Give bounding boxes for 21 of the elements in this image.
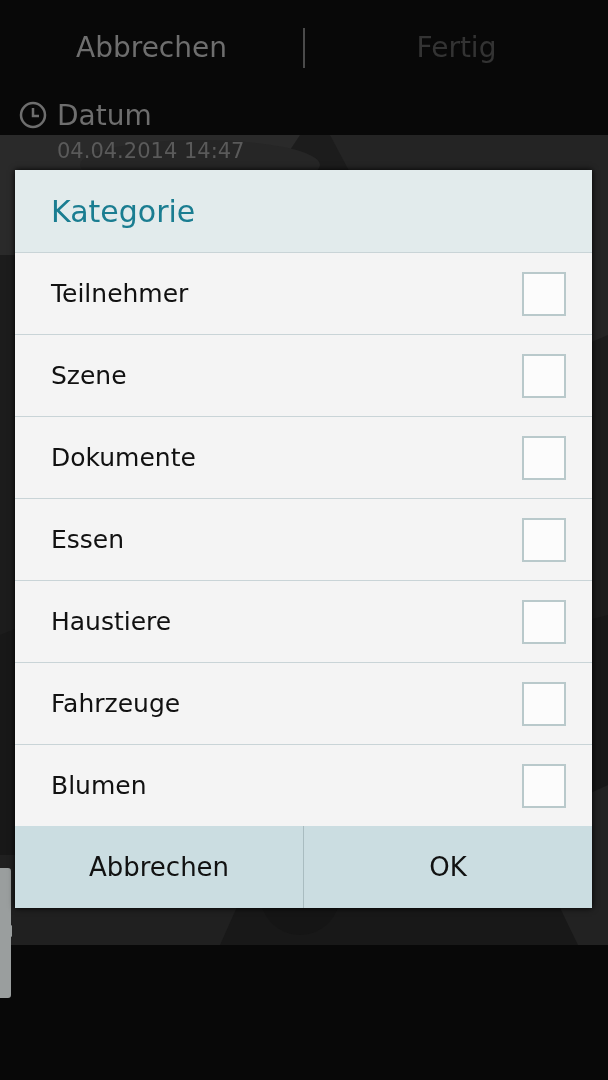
category-label: Blumen bbox=[51, 771, 147, 800]
category-label: Haustiere bbox=[51, 607, 172, 636]
category-label: Szene bbox=[51, 361, 127, 390]
ok-button[interactable]: OK bbox=[303, 826, 592, 908]
cancel-button[interactable]: Abbrechen bbox=[15, 826, 303, 908]
checkbox[interactable] bbox=[522, 271, 566, 316]
checkbox[interactable] bbox=[522, 517, 566, 562]
category-label: Essen bbox=[51, 525, 125, 554]
checkbox[interactable] bbox=[522, 435, 566, 480]
clock-icon bbox=[19, 101, 47, 129]
checkbox[interactable] bbox=[522, 681, 566, 726]
category-label: Fahrzeuge bbox=[51, 689, 181, 718]
section-title: Datum bbox=[57, 98, 152, 132]
dialog-title: Kategorie bbox=[15, 170, 592, 252]
checkbox[interactable] bbox=[522, 763, 566, 808]
category-label: Dokumente bbox=[51, 443, 196, 472]
category-label: Teilnehmer bbox=[51, 279, 189, 308]
side-handle-icon[interactable] bbox=[0, 868, 12, 998]
checkbox[interactable] bbox=[522, 599, 566, 644]
cancel-button[interactable]: Abbrechen bbox=[0, 17, 303, 78]
checkbox[interactable] bbox=[522, 353, 566, 398]
